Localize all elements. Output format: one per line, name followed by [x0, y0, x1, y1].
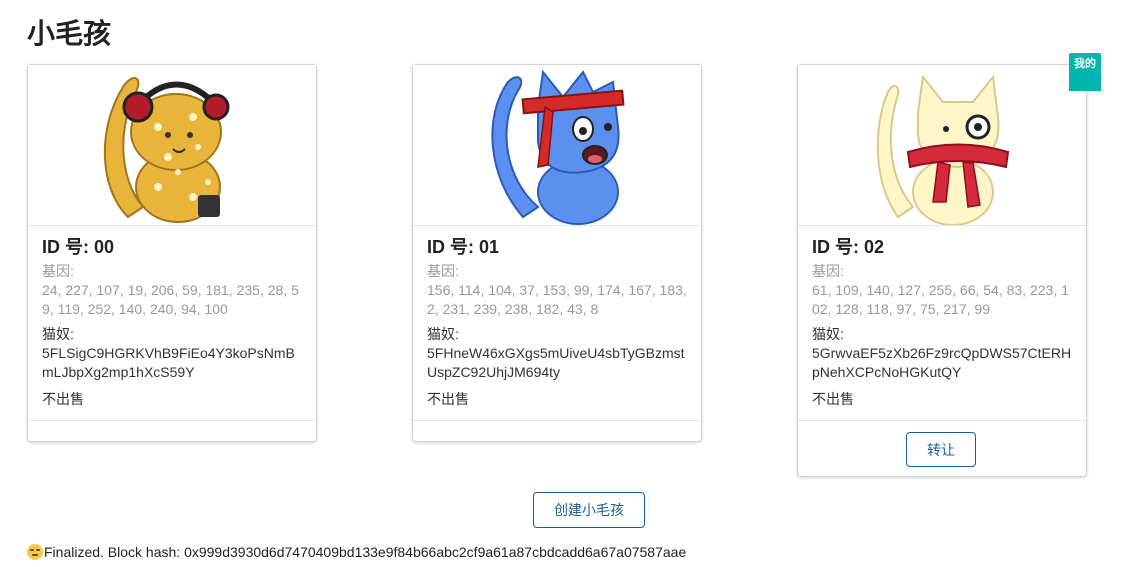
kitty-id: ID 号: 02	[812, 237, 885, 257]
gene-value: 61, 109, 140, 127, 255, 66, 54, 83, 223,…	[812, 282, 1069, 317]
smirk-emoji-icon	[27, 544, 43, 560]
owner-address: 5FLSigC9HGRKVhB9FiEo4Y3koPsNmBmLJbpXg2mp…	[42, 345, 295, 380]
gene-value: 24, 227, 107, 19, 206, 59, 181, 235, 28,…	[42, 282, 299, 317]
card-extra	[28, 420, 316, 441]
card-extra	[413, 420, 701, 441]
blue-cat-image	[491, 69, 625, 225]
owner-label: 猫奴:	[42, 326, 74, 342]
gene-value: 156, 114, 104, 37, 153, 99, 174, 167, 18…	[427, 282, 687, 317]
sale-status: 不出售	[427, 391, 469, 407]
kitty-image	[28, 65, 316, 226]
sale-status: 不出售	[42, 391, 84, 407]
yellow-spotted-cat-image	[103, 77, 230, 223]
kitty-card: ID 号: 02 基因: 61, 109, 140, 127, 255, 66,…	[797, 64, 1087, 477]
kitty-image	[413, 65, 701, 226]
transfer-button[interactable]: 转让	[906, 432, 976, 467]
owner-address: 5FHneW46xGXgs5mUiveU4sbTyGBzmstUspZC92Uh…	[427, 345, 685, 380]
kitty-card: ID 号: 00 基因: 24, 227, 107, 19, 206, 59, …	[27, 64, 317, 442]
create-kitty-button[interactable]: 创建小毛孩	[533, 492, 645, 528]
kitty-image	[798, 65, 1086, 226]
sale-status: 不出售	[812, 391, 854, 407]
kitty-id: ID 号: 01	[427, 237, 500, 257]
owner-address: 5GrwvaEF5zXb26Fz9rcQpDWS57CtERHpNehXCPcN…	[812, 345, 1072, 380]
mine-badge: 我的	[1069, 53, 1101, 91]
gene-label: 基因:	[42, 263, 74, 279]
owner-label: 猫奴:	[427, 326, 459, 342]
owner-label: 猫奴:	[812, 326, 844, 342]
cream-cat-image	[876, 74, 1010, 225]
gene-label: 基因:	[812, 263, 844, 279]
page-title: 小毛孩	[27, 18, 112, 49]
status-text: Finalized. Block hash: 0x999d3930d6d7470…	[44, 544, 687, 560]
status-message: Finalized. Block hash: 0x999d3930d6d7470…	[27, 542, 686, 562]
card-extra: 转让	[798, 420, 1086, 477]
kitty-id: ID 号: 00	[42, 237, 115, 257]
gene-label: 基因:	[427, 263, 459, 279]
kitty-card: ID 号: 01 基因: 156, 114, 104, 37, 153, 99,…	[412, 64, 702, 442]
